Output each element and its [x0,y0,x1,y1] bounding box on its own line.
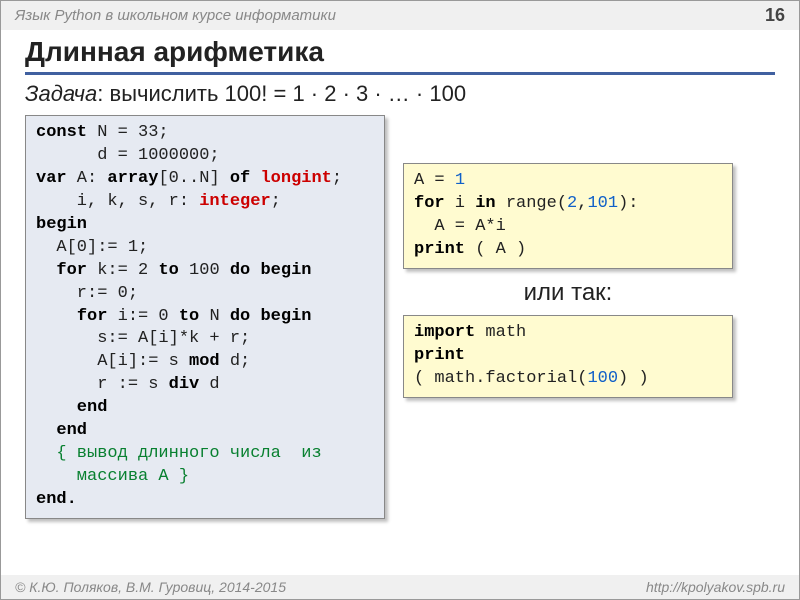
code-row: const N = 33; d = 1000000; var A: array[… [25,115,775,519]
python-code-1: A = 1 for i in range(2,101): A = A*i pri… [403,163,733,269]
task-text: : вычислить 100! = 1 · 2 · 3 · … · 100 [97,81,466,106]
slide-title: Длинная арифметика [25,36,775,75]
page-number: 16 [765,5,785,26]
or-text: или так: [403,279,733,307]
footer-bar: © К.Ю. Поляков, В.М. Гуровиц, 2014-2015 … [1,575,799,599]
python-code-2: import math print ( math.factorial(100) … [403,315,733,398]
footer-url: http://kpolyakov.spb.ru [646,579,785,595]
footer-authors: © К.Ю. Поляков, В.М. Гуровиц, 2014-2015 [15,579,286,595]
python-column: A = 1 for i in range(2,101): A = A*i pri… [403,163,733,398]
task-line: Задача: вычислить 100! = 1 · 2 · 3 · … ·… [25,81,775,107]
task-label: Задача [25,81,97,106]
subject-text: Язык Python в школьном курсе информатики [15,7,336,24]
pascal-code: const N = 33; d = 1000000; var A: array[… [25,115,385,519]
content: Длинная арифметика Задача: вычислить 100… [1,30,799,529]
header-bar: Язык Python в школьном курсе информатики… [1,1,799,30]
